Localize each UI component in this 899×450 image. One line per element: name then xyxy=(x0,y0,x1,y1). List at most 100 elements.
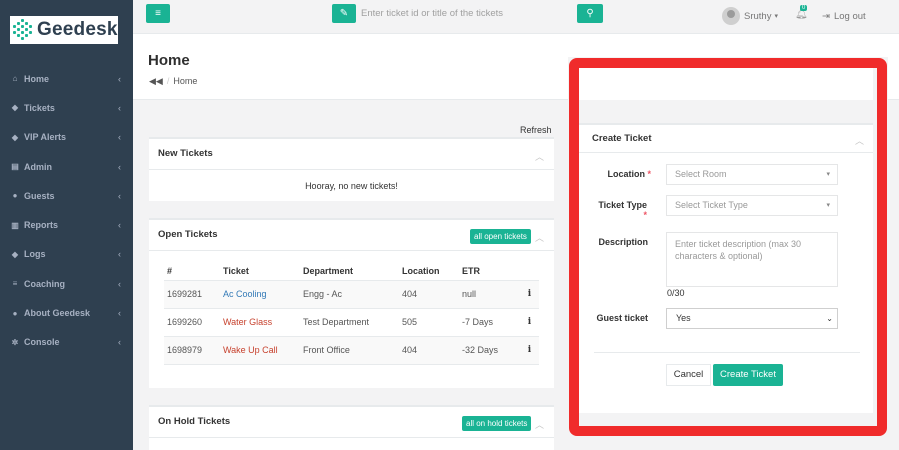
column-header: Location xyxy=(399,263,459,281)
on-hold-tickets-panel: On Hold Tickets all on hold tickets ︿ xyxy=(149,405,554,450)
sidebar-item-console[interactable]: ✲ Console ‹ xyxy=(0,328,133,357)
avatar xyxy=(722,7,740,25)
table-row: 1698979 Wake Up Call Front Office 404 -3… xyxy=(164,336,539,365)
map-marker-icon: ● xyxy=(12,308,18,318)
sidebar-item-label: Home xyxy=(24,73,50,84)
sidebar-item-label: Coaching xyxy=(24,278,66,289)
guest-ticket-select[interactable]: Yes ⌄ xyxy=(666,308,838,329)
caret-down-icon: ▾ xyxy=(826,202,830,209)
caret-down-icon: ▾ xyxy=(774,13,778,20)
column-header: ETR xyxy=(459,263,517,281)
logo-text: Geedesk xyxy=(37,19,118,40)
chevron-left-icon: ‹ xyxy=(118,73,121,84)
breadcrumb: ◀◀ / Home xyxy=(149,76,198,86)
notification-badge: 0 xyxy=(800,5,808,11)
sidebar-item-label: About Geedesk xyxy=(24,308,91,319)
ticket-location: 404 xyxy=(399,280,459,309)
chevron-up-icon[interactable]: ︿ xyxy=(855,134,864,147)
ticket-type-select[interactable]: Select Ticket Type ▾ xyxy=(666,195,838,216)
location-label: Location * xyxy=(607,169,651,179)
user-menu[interactable]: Sruthy ▾ xyxy=(722,7,778,25)
column-header: Department xyxy=(300,263,399,281)
chevron-left-icon: ‹ xyxy=(118,278,121,289)
refresh-link[interactable]: Refresh xyxy=(520,125,552,135)
breadcrumb-current: Home xyxy=(173,76,198,86)
all-on-hold-tickets-button[interactable]: all on hold tickets xyxy=(462,416,532,431)
sidebar-item-admin[interactable]: ▤ Admin ‹ xyxy=(0,152,133,181)
logo[interactable]: Geedesk xyxy=(10,16,118,44)
table-icon: ▤ xyxy=(11,162,19,172)
ticket-department: Front Office xyxy=(300,336,399,365)
logout-label: Log out xyxy=(833,11,866,22)
user-name: Sruthy xyxy=(744,10,772,22)
ticket-type-label: Ticket Type * xyxy=(598,200,647,220)
sidebar-item-about-geedesk[interactable]: ● About Geedesk ‹ xyxy=(0,298,133,327)
panel-title: Create Ticket xyxy=(592,133,652,144)
topbar: ≡ ✎ ⚲ Sruthy ▾ 🔔︎ 0 ⇥Log out xyxy=(133,0,899,34)
search-input[interactable] xyxy=(356,4,574,23)
ticket-link[interactable]: Ac Cooling xyxy=(220,280,300,309)
cancel-button[interactable]: Cancel xyxy=(666,364,711,386)
panel-title: Open Tickets xyxy=(158,229,218,240)
right-top-panel xyxy=(579,68,873,100)
chevron-up-icon[interactable]: ︿ xyxy=(535,150,544,163)
ticket-etr: -32 Days xyxy=(459,336,517,365)
sidebar-item-vip-alerts[interactable]: ◆ VIP Alerts ‹ xyxy=(0,123,133,152)
search-icon: ⚲ xyxy=(586,8,594,19)
sidebar-item-coaching[interactable]: ≡ Coaching ‹ xyxy=(0,269,133,298)
description-textarea[interactable]: Enter ticket description (max 30 charact… xyxy=(666,232,838,287)
chevron-left-icon: ‹ xyxy=(118,102,121,113)
sidebar-item-logs[interactable]: ◆ Logs ‹ xyxy=(0,240,133,269)
description-label: Description xyxy=(598,237,648,247)
sidebar-item-label: Reports xyxy=(24,220,59,231)
home-icon: ⌂ xyxy=(12,74,18,84)
chevron-up-icon[interactable]: ︿ xyxy=(535,231,544,244)
caret-down-icon: ▾ xyxy=(826,171,830,178)
info-icon[interactable]: i xyxy=(517,336,539,365)
sidebar-item-home[interactable]: ⌂ Home ‹ xyxy=(0,64,133,93)
chevron-left-icon: ‹ xyxy=(118,190,121,201)
ticket-id: 1699281 xyxy=(164,280,220,309)
users-icon: ● xyxy=(12,191,18,201)
info-icon[interactable]: i xyxy=(517,280,539,309)
table-row: 1699281 Ac Cooling Engg - Ac 404 null i xyxy=(164,280,539,309)
search-button[interactable]: ⚲ xyxy=(577,4,603,23)
column-header: # xyxy=(164,263,220,281)
tag-icon: ◆ xyxy=(11,249,19,259)
back-icon[interactable]: ◀◀ xyxy=(149,76,163,86)
empty-message: Hooray, no new tickets! xyxy=(305,181,398,191)
menu-toggle-button[interactable]: ≡ xyxy=(146,4,170,23)
guest-ticket-label: Guest ticket xyxy=(596,313,648,323)
page-title: Home xyxy=(148,52,190,69)
all-open-tickets-button[interactable]: all open tickets xyxy=(470,229,531,244)
ticket-id: 1699260 xyxy=(164,308,220,337)
chevron-up-icon[interactable]: ︿ xyxy=(535,418,544,431)
info-icon[interactable]: i xyxy=(517,308,539,337)
create-ticket-button[interactable]: Create Ticket xyxy=(713,364,783,386)
tag-icon: ◆ xyxy=(11,103,19,113)
sidebar-item-label: Admin xyxy=(24,161,52,172)
ticket-link[interactable]: Wake Up Call xyxy=(220,336,300,365)
sidebar-item-tickets[interactable]: ◆ Tickets ‹ xyxy=(0,93,133,122)
sidebar-item-guests[interactable]: ● Guests ‹ xyxy=(0,181,133,210)
sidebar-nav: ⌂ Home ‹ ◆ Tickets ‹ ◆ VIP Alerts ‹ ▤ Admin ‹ ● G… xyxy=(0,64,133,357)
sidebar-item-label: Tickets xyxy=(24,102,55,113)
create-ticket-panel: Create Ticket ︿ Location * Select Room ▾… xyxy=(579,123,873,413)
chevron-left-icon: ‹ xyxy=(118,249,121,260)
table-row: 1699260 Water Glass Test Department 505 … xyxy=(164,308,539,337)
ticket-link[interactable]: Water Glass xyxy=(220,308,300,337)
logo-mark-icon xyxy=(13,19,33,41)
open-tickets-table: # Ticket Department Location ETR 1699281… xyxy=(164,263,539,365)
new-tickets-panel: New Tickets ︿ Hooray, no new tickets! xyxy=(149,137,554,201)
chevron-down-icon: ⌄ xyxy=(826,314,833,323)
chevron-left-icon: ‹ xyxy=(118,161,121,172)
edit-icon: ✎ xyxy=(332,4,356,23)
sidebar-item-label: Guests xyxy=(24,190,55,201)
ticket-etr: null xyxy=(459,280,517,309)
location-select[interactable]: Select Room ▾ xyxy=(666,164,838,185)
chevron-left-icon: ‹ xyxy=(118,308,121,319)
tag-icon: ◆ xyxy=(11,132,19,142)
sidebar-item-reports[interactable]: ▥ Reports ‹ xyxy=(0,210,133,239)
ticket-department: Test Department xyxy=(300,308,399,337)
logout-link[interactable]: ⇥ Log out xyxy=(822,11,866,22)
